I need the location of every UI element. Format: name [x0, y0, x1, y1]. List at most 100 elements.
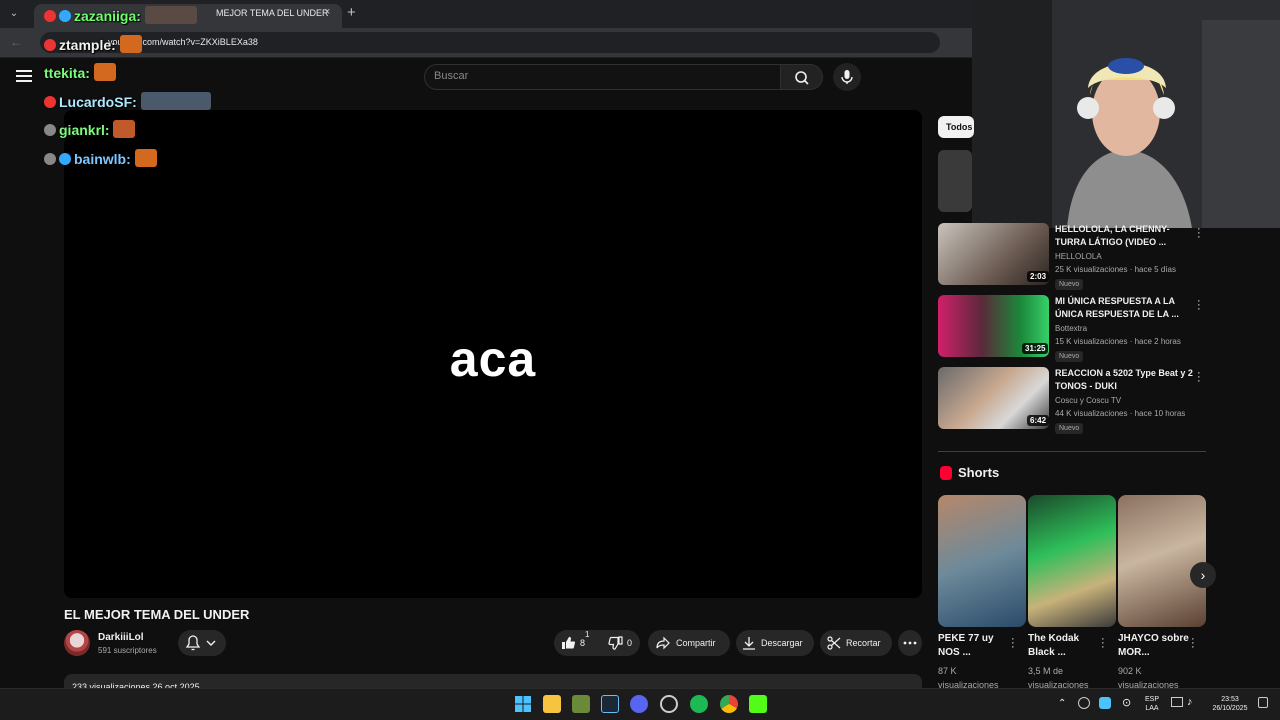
- search-input[interactable]: [424, 64, 781, 90]
- menu-icon[interactable]: [16, 70, 32, 82]
- volume-icon[interactable]: ♪: [1187, 696, 1193, 708]
- chat-message: ztample:: [44, 35, 142, 53]
- video-title-link[interactable]: HELLOLOLA, LA CHENNY-TURRA LÁTIGO (VIDEO…: [1055, 223, 1195, 249]
- short-title[interactable]: JHAYCO sobre MOR...: [1118, 632, 1194, 660]
- channel-avatar[interactable]: [64, 630, 90, 656]
- chrome-icon[interactable]: [720, 695, 738, 713]
- more-vertical-icon[interactable]: · · ·: [1197, 368, 1201, 387]
- more-horizontal-icon: [903, 641, 917, 645]
- chat-badge-icon: [44, 153, 56, 165]
- video-channel[interactable]: Bottextra: [1055, 324, 1087, 333]
- chat-username: giankrl:: [59, 122, 110, 138]
- video-thumbnail[interactable]: [938, 150, 972, 212]
- tray-app-icon[interactable]: [1099, 697, 1111, 709]
- clip-label: Recortar: [846, 638, 881, 648]
- more-vertical-icon[interactable]: · · ·: [1011, 634, 1015, 653]
- filter-chip-all[interactable]: Todos: [938, 116, 974, 138]
- dislike-icon[interactable]: [608, 635, 624, 651]
- scissors-icon: [827, 636, 841, 650]
- new-badge: Nuevo: [1055, 423, 1084, 434]
- new-badge: Nuevo: [1055, 279, 1084, 290]
- more-vertical-icon[interactable]: · · ·: [1101, 634, 1105, 653]
- clock-date: 26/10/2025: [1212, 705, 1248, 712]
- more-vertical-icon[interactable]: · · ·: [1191, 634, 1195, 653]
- chat-message: giankrl:: [44, 120, 136, 138]
- spotify-icon[interactable]: [690, 695, 708, 713]
- chat-badge-icon: [44, 96, 56, 108]
- video-title-link[interactable]: REACCION a 5202 Type Beat y 2 TONOS - DU…: [1055, 367, 1195, 393]
- chat-username: bainwlb:: [74, 151, 131, 167]
- voice-search-button[interactable]: [833, 63, 861, 91]
- tab-title: MEJOR TEMA DEL UNDER: [216, 8, 329, 18]
- section-divider: [938, 451, 1206, 452]
- video-channel[interactable]: HELLOLOLA: [1055, 252, 1102, 261]
- video-duration: 6:42: [1027, 415, 1050, 426]
- more-actions-button[interactable]: [898, 630, 922, 656]
- video-stats: 25 K visualizaciones · hace 5 días: [1055, 265, 1176, 274]
- shorts-heading: Shorts: [958, 465, 1000, 480]
- video-duration: 2:03: [1027, 271, 1050, 282]
- short-thumbnail[interactable]: [938, 495, 1026, 627]
- discord-icon[interactable]: [630, 695, 648, 713]
- steam-icon[interactable]: [601, 695, 619, 713]
- new-badge: Nuevo: [1055, 351, 1084, 362]
- chat-emote: [144, 6, 197, 24]
- short-title[interactable]: The Kodak Black ...: [1028, 632, 1104, 660]
- notification-icon[interactable]: [1258, 697, 1268, 708]
- chevron-right-icon[interactable]: ›: [1190, 562, 1216, 588]
- short-thumbnail[interactable]: [1118, 495, 1206, 627]
- video-channel[interactable]: Coscu y Coscu TV: [1055, 396, 1121, 405]
- video-stats: 15 K visualizaciones · hace 2 horas: [1055, 337, 1181, 346]
- more-vertical-icon[interactable]: · · ·: [1197, 224, 1201, 243]
- kick-icon[interactable]: [749, 695, 767, 713]
- windows-start-icon[interactable]: [514, 695, 532, 713]
- tab-close-icon[interactable]: ×: [324, 6, 330, 18]
- video-title-link[interactable]: MI ÚNICA RESPUESTA A LA ÚNICA RESPUESTA …: [1055, 295, 1195, 321]
- dislike-count: 0: [627, 638, 633, 648]
- new-tab-button[interactable]: +: [347, 4, 356, 21]
- microphone-tray-icon[interactable]: ⊙: [1122, 696, 1131, 709]
- chat-username: ttekita:: [44, 65, 90, 81]
- chat-emote: [140, 92, 211, 110]
- subscribe-bell-button[interactable]: [178, 630, 226, 656]
- like-icon[interactable]: [560, 635, 576, 651]
- webcam-overlay: [972, 0, 1280, 228]
- clock[interactable]: 23:53 26/10/2025: [1206, 695, 1254, 713]
- chat-badge-icon: [59, 153, 71, 165]
- minecraft-icon[interactable]: [572, 695, 590, 713]
- chat-badge-icon: [44, 39, 56, 51]
- share-icon: [656, 636, 670, 650]
- short-thumbnail[interactable]: [1028, 495, 1116, 627]
- chat-username: zazaniiga:: [74, 8, 141, 24]
- tab-search-icon[interactable]: ⌄: [6, 6, 22, 22]
- file-explorer-icon[interactable]: [543, 695, 561, 713]
- chat-emote: [119, 35, 142, 53]
- download-label: Descargar: [761, 638, 803, 648]
- language-indicator[interactable]: ESP LAA: [1141, 695, 1163, 713]
- more-vertical-icon[interactable]: · · ·: [1197, 296, 1201, 315]
- chat-emote: [113, 120, 136, 138]
- language-code: ESP: [1144, 696, 1159, 703]
- microphone-icon: [841, 70, 853, 84]
- chat-message: ttekita:: [44, 63, 116, 81]
- search-button[interactable]: [781, 64, 823, 90]
- back-arrow-icon[interactable]: ←: [10, 35, 22, 49]
- chat-message: LucardoSF:: [44, 92, 211, 110]
- chat-username: LucardoSF:: [59, 94, 137, 110]
- like-notification-count: 1: [585, 630, 590, 639]
- search-placeholder: Buscar: [434, 70, 469, 82]
- like-count: 8: [580, 638, 586, 648]
- chat-emote: [134, 149, 157, 167]
- obs-icon[interactable]: [660, 695, 678, 713]
- video-duration: 31:25: [1022, 343, 1049, 354]
- video-title: EL MEJOR TEMA DEL UNDER: [64, 607, 250, 622]
- network-icon[interactable]: [1171, 697, 1183, 707]
- short-title[interactable]: PEKE 77 uy NOS ...: [938, 632, 1014, 660]
- channel-name[interactable]: DarkiiiLol: [98, 632, 144, 643]
- video-frame-text: aca: [449, 331, 537, 387]
- share-label: Compartir: [676, 638, 716, 648]
- search-icon: [795, 71, 809, 85]
- tray-app-icon[interactable]: [1078, 697, 1090, 709]
- chevron-up-icon[interactable]: ⌃: [1058, 698, 1066, 709]
- download-icon: [743, 637, 755, 650]
